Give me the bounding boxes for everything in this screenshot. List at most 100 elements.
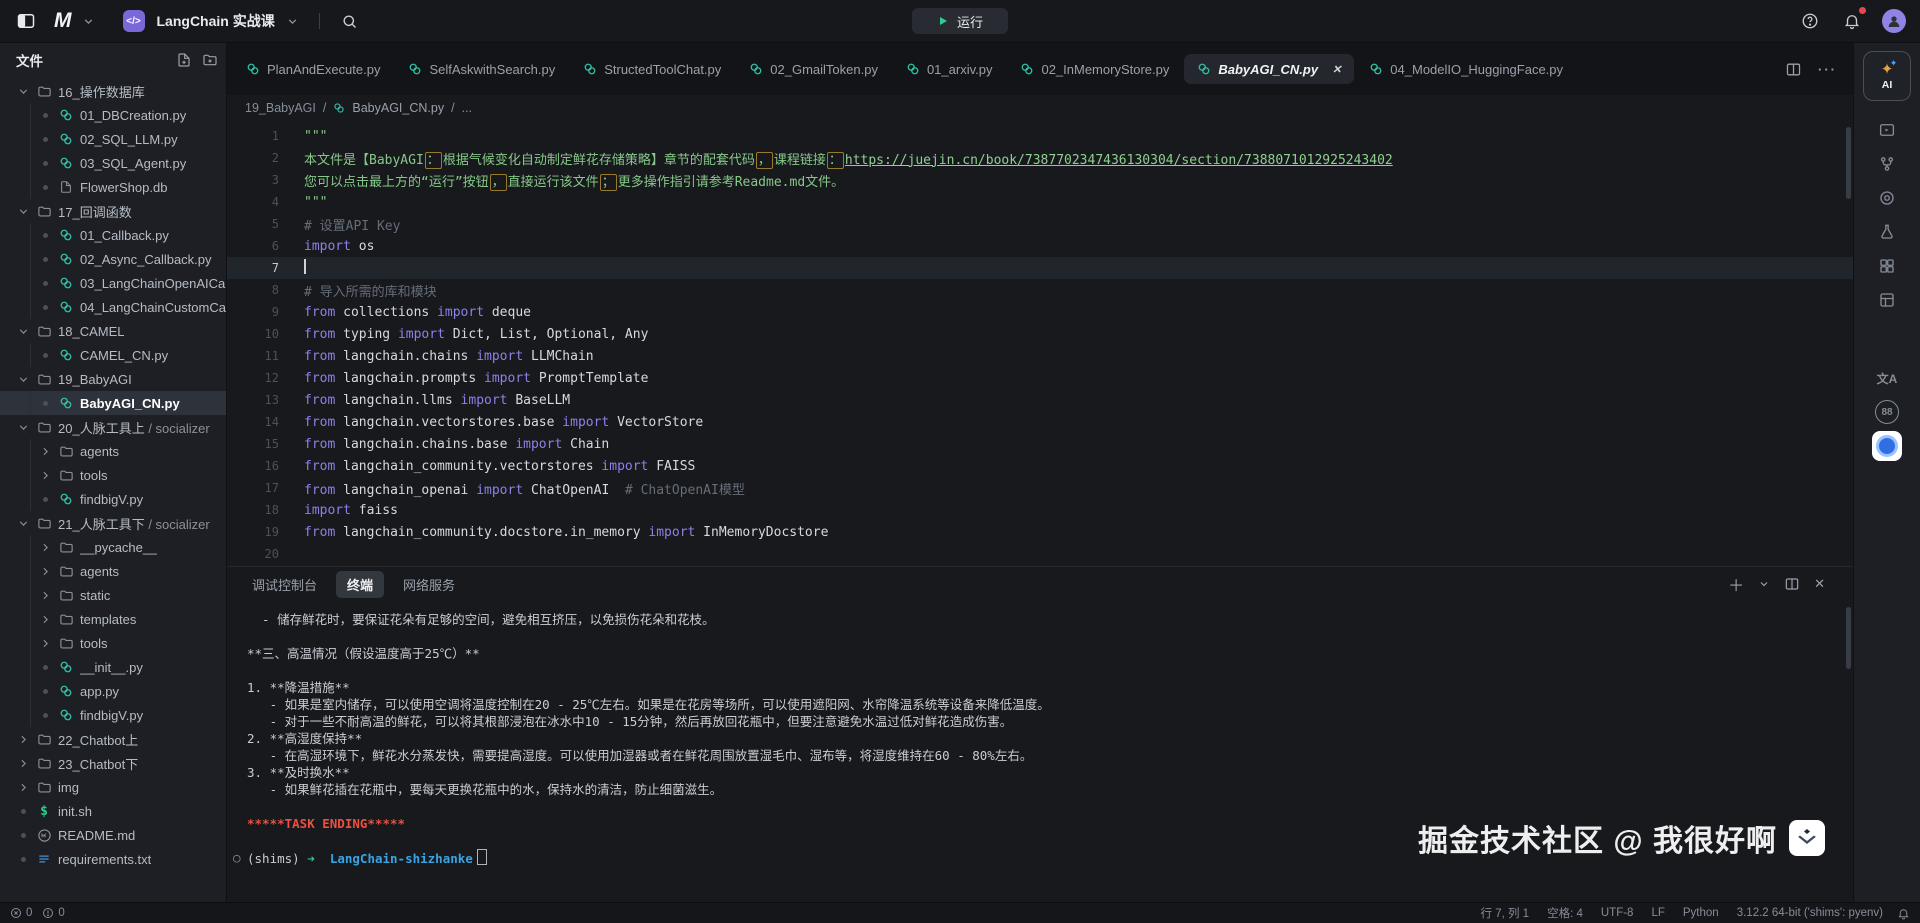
tree-item-16_操作数据库[interactable]: 16_操作数据库	[0, 79, 226, 103]
search-icon[interactable]	[338, 9, 362, 33]
tree-item-03_SQL_Agent.py[interactable]: 03_SQL_Agent.py	[0, 151, 226, 175]
tree-item-CAMEL_CN.py[interactable]: CAMEL_CN.py	[0, 343, 226, 367]
translate-icon[interactable]: 文A	[1864, 361, 1910, 395]
tab-02_InMemoryStore.py[interactable]: 02_InMemoryStore.py	[1007, 54, 1182, 84]
tree-item-img[interactable]: img	[0, 775, 226, 799]
project-name[interactable]: LangChain 实战课	[157, 11, 275, 31]
statusbar-item-2[interactable]: UTF-8	[1601, 907, 1634, 919]
statusbar-item-1[interactable]: 空格: 4	[1547, 905, 1583, 921]
breadcrumb[interactable]: 19_BabyAGI / BabyAGI_CN.py / ...	[227, 95, 1853, 121]
tab-04_ModelIO_HuggingFace.py[interactable]: 04_ModelIO_HuggingFace.py	[1356, 54, 1576, 84]
tree-item-17_回调函数[interactable]: 17_回调函数	[0, 199, 226, 223]
right-activity-bar: ✦✦ AI 文A88	[1853, 43, 1920, 902]
tree-item-label: templates	[80, 612, 136, 627]
infinity-88-icon[interactable]: 88	[1864, 395, 1910, 429]
run-button[interactable]: 运行	[912, 8, 1008, 34]
split-panel-icon[interactable]	[1784, 576, 1800, 592]
tree-item-agents[interactable]: agents	[0, 559, 226, 583]
tree-item-label: 17_回调函数	[58, 202, 132, 221]
tree-item-02_SQL_LLM.py[interactable]: 02_SQL_LLM.py	[0, 127, 226, 151]
notifications-bell-icon[interactable]	[1840, 9, 1864, 33]
python-file-icon	[1020, 62, 1034, 76]
code-line-18: 18import faiss	[227, 499, 1853, 521]
tree-item-static[interactable]: static	[0, 583, 226, 607]
close-icon[interactable]: ✕	[1332, 63, 1341, 76]
problems-summary[interactable]: 0 0	[10, 907, 65, 919]
new-file-icon[interactable]	[176, 52, 192, 68]
tab-PlanAndExecute.py[interactable]: PlanAndExecute.py	[233, 54, 393, 84]
tree-item-02_Async_Callback.py[interactable]: 02_Async_Callback.py	[0, 247, 226, 271]
terminal-line	[247, 662, 1833, 679]
tree-item-README.md[interactable]: README.md	[0, 823, 226, 847]
text-file-icon	[36, 852, 52, 866]
tree-item-23_Chatbot下[interactable]: 23_Chatbot下	[0, 751, 226, 775]
ai-assistant-button[interactable]: ✦✦ AI	[1863, 51, 1911, 101]
tree-item-tools[interactable]: tools	[0, 631, 226, 655]
tree-item-__pycache__[interactable]: __pycache__	[0, 535, 226, 559]
new-folder-icon[interactable]	[202, 52, 218, 68]
breadcrumb-file[interactable]: BabyAGI_CN.py	[352, 101, 444, 115]
chevron-down-icon[interactable]	[285, 13, 301, 29]
tree-item-22_Chatbot上[interactable]: 22_Chatbot上	[0, 727, 226, 751]
statusbar-item-0[interactable]: 行 7, 列 1	[1481, 905, 1530, 921]
more-actions-icon[interactable]: ···	[1818, 62, 1837, 77]
panel-tab-网络服务[interactable]: 网络服务	[392, 571, 466, 598]
tree-item-04_LangChainCustomCallback....[interactable]: 04_LangChainCustomCallback....	[0, 295, 226, 319]
chevron-down-icon[interactable]	[81, 13, 97, 29]
tree-item-21_人脉工具下-socializer[interactable]: 21_人脉工具下 / socializer	[0, 511, 226, 535]
breadcrumb-folder[interactable]: 19_BabyAGI	[245, 101, 316, 115]
statusbar-item-4[interactable]: Python	[1683, 907, 1719, 919]
editor-scrollbar[interactable]	[1846, 127, 1851, 199]
tab-BabyAGI_CN.py[interactable]: BabyAGI_CN.py✕	[1184, 54, 1354, 84]
help-icon[interactable]	[1798, 9, 1822, 33]
tree-item-BabyAGI_CN.py[interactable]: BabyAGI_CN.py	[0, 391, 226, 415]
avatar[interactable]	[1882, 9, 1906, 33]
flask-icon[interactable]	[1864, 215, 1910, 249]
tree-item-01_Callback.py[interactable]: 01_Callback.py	[0, 223, 226, 247]
statusbar-item-3[interactable]: LF	[1651, 907, 1664, 919]
extensions-grid-icon[interactable]	[1864, 249, 1910, 283]
tab-actions: ···	[1785, 61, 1843, 78]
app-logo-icon[interactable]	[1864, 429, 1910, 463]
code-line-15: 15from langchain.chains.base import Chai…	[227, 433, 1853, 455]
new-terminal-icon[interactable]: ＋	[1728, 572, 1744, 596]
tab-StructedToolChat.py[interactable]: StructedToolChat.py	[570, 54, 734, 84]
tree-item-findbigV.py[interactable]: findbigV.py	[0, 487, 226, 511]
marscode-logo[interactable]: M	[54, 9, 71, 33]
tree-item-app.py[interactable]: app.py	[0, 679, 226, 703]
split-editor-icon[interactable]	[1785, 61, 1802, 78]
target-icon[interactable]	[1864, 181, 1910, 215]
tree-item-20_人脉工具上-socializer[interactable]: 20_人脉工具上 / socializer	[0, 415, 226, 439]
python-file-icon	[58, 228, 74, 242]
tree-item-FlowerShop.db[interactable]: FlowerShop.db	[0, 175, 226, 199]
tree-item-18_CAMEL[interactable]: 18_CAMEL	[0, 319, 226, 343]
tree-item-03_LangChainOpenAICallback....[interactable]: 03_LangChainOpenAICallback....	[0, 271, 226, 295]
preview-icon[interactable]	[1864, 113, 1910, 147]
tree-item-__init__.py[interactable]: __init__.py	[0, 655, 226, 679]
tree-item-findbigV.py[interactable]: findbigV.py	[0, 703, 226, 727]
statusbar-item-5[interactable]: 3.12.2 64-bit ('shims': pyenv)	[1737, 907, 1883, 919]
tree-item-01_DBCreation.py[interactable]: 01_DBCreation.py	[0, 103, 226, 127]
tab-SelfAskwithSearch.py[interactable]: SelfAskwithSearch.py	[395, 54, 568, 84]
close-panel-icon[interactable]: ✕	[1814, 576, 1825, 592]
terminal-scrollbar[interactable]	[1846, 607, 1851, 669]
tree-item-19_BabyAGI[interactable]: 19_BabyAGI	[0, 367, 226, 391]
breadcrumb-more[interactable]: ...	[462, 101, 472, 115]
code-editor[interactable]: 1"""2本文件是【BabyAGI：根据气候变化自动制定鲜花存储策略】章节的配套…	[227, 121, 1853, 566]
statusbar-bell-icon[interactable]	[1897, 907, 1910, 920]
panel-toggle-icon[interactable]	[14, 9, 38, 33]
panel-tab-终端[interactable]: 终端	[336, 571, 384, 598]
source-control-fork-icon[interactable]	[1864, 147, 1910, 181]
panel-tab-调试控制台[interactable]: 调试控制台	[241, 571, 328, 598]
tree-item-label: requirements.txt	[58, 852, 151, 867]
tree-item-templates[interactable]: templates	[0, 607, 226, 631]
tree-item-tools[interactable]: tools	[0, 463, 226, 487]
tab-01_arxiv.py[interactable]: 01_arxiv.py	[893, 54, 1006, 84]
layout-template-icon[interactable]	[1864, 283, 1910, 317]
tree-item-agents[interactable]: agents	[0, 439, 226, 463]
tree-item-init.sh[interactable]: $init.sh	[0, 799, 226, 823]
tree-item-requirements.txt[interactable]: requirements.txt	[0, 847, 226, 871]
terminal-dropdown-icon[interactable]	[1758, 578, 1770, 590]
status-dot	[38, 161, 52, 166]
tab-02_GmailToken.py[interactable]: 02_GmailToken.py	[736, 54, 891, 84]
